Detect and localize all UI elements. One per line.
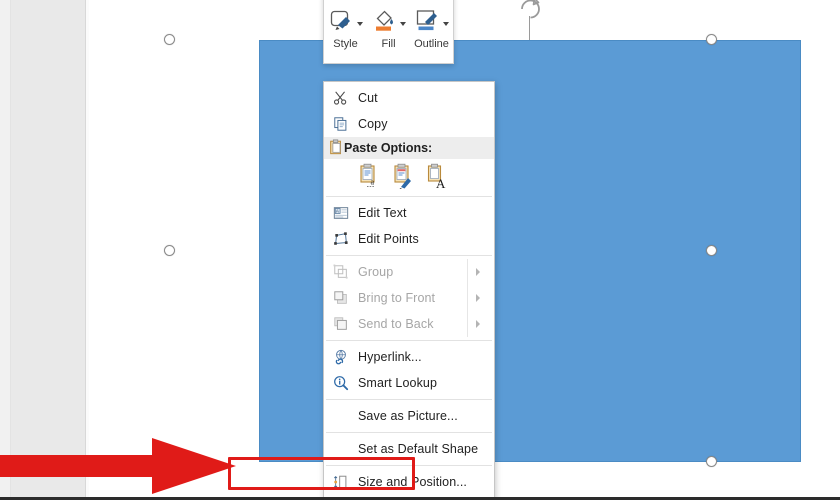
context-menu-separator xyxy=(326,399,492,400)
hyperlink-icon xyxy=(328,347,354,367)
context-menu-item-group[interactable]: Group xyxy=(324,259,494,285)
rotate-icon[interactable] xyxy=(517,0,543,20)
paste-options-label: Paste Options: xyxy=(344,141,433,155)
svg-text:A: A xyxy=(436,176,446,189)
context-menu-item-edit-text[interactable]: A Edit Text xyxy=(324,200,494,226)
screenshot-stage: Style Fill Outline Cut Copy Paste Option… xyxy=(0,0,840,500)
mini-toolbar-style-button[interactable]: Style xyxy=(324,0,367,63)
chevron-right-icon[interactable] xyxy=(476,320,480,328)
mini-toolbar-fill-button[interactable]: Fill xyxy=(367,0,410,63)
context-menu-separator xyxy=(326,465,492,466)
mini-floating-toolbar[interactable]: Style Fill Outline xyxy=(323,0,454,64)
context-menu-label: Smart Lookup xyxy=(358,376,438,390)
context-menu-separator xyxy=(326,196,492,197)
svg-text:A: A xyxy=(336,209,339,214)
context-menu-separator xyxy=(326,255,492,256)
mini-toolbar-style-label: Style xyxy=(333,38,358,50)
context-menu-label: Edit Text xyxy=(358,206,407,220)
paste-keep-source-formatting-icon[interactable]: a xyxy=(358,163,380,189)
context-menu-label: Set as Default Shape xyxy=(358,442,479,456)
shape-outline-icon xyxy=(415,8,441,34)
slide-thumbnail-pane[interactable] xyxy=(11,0,86,497)
context-menu-item-smart-lookup[interactable]: Smart Lookup xyxy=(324,370,494,396)
context-menu-separator xyxy=(326,340,492,341)
context-menu-item-cut[interactable]: Cut xyxy=(324,85,494,111)
slide-canvas[interactable]: Style Fill Outline Cut Copy Paste Option… xyxy=(89,0,840,500)
resize-handle-top-left[interactable] xyxy=(164,34,175,45)
context-menu-label: Send to Back xyxy=(358,317,434,331)
context-menu-item-send-to-back[interactable]: Send to Back xyxy=(324,311,494,337)
mini-toolbar-fill-label: Fill xyxy=(381,38,396,50)
copy-icon xyxy=(328,114,354,134)
resize-handle-middle-left[interactable] xyxy=(164,245,175,256)
size-position-icon xyxy=(328,472,354,492)
chevron-right-icon[interactable] xyxy=(476,268,480,276)
bring-to-front-icon xyxy=(328,288,354,308)
context-menu-label: Group xyxy=(358,265,394,279)
svg-text:a: a xyxy=(371,178,375,187)
smart-lookup-icon xyxy=(328,373,354,393)
chevron-right-icon[interactable] xyxy=(476,294,480,302)
shape-context-menu[interactable]: Cut Copy Paste Options: a A A Edit Text … xyxy=(323,81,495,500)
context-menu-label: Save as Picture... xyxy=(358,409,458,423)
context-menu-item-hyperlink[interactable]: Hyperlink... xyxy=(324,344,494,370)
edit-points-icon xyxy=(328,229,354,249)
group-icon xyxy=(328,262,354,282)
clipboard-icon xyxy=(328,138,344,158)
save-picture-icon xyxy=(328,406,354,426)
chevron-down-icon[interactable] xyxy=(399,22,406,26)
context-menu-label: Edit Points xyxy=(358,232,419,246)
chevron-down-icon[interactable] xyxy=(442,22,449,26)
context-menu-item-size-and-position[interactable]: Size and Position... xyxy=(324,469,494,495)
context-menu-item-copy[interactable]: Copy xyxy=(324,111,494,137)
context-menu-label: Cut xyxy=(358,91,378,105)
context-menu-separator xyxy=(326,432,492,433)
red-pointer-arrow xyxy=(0,438,236,494)
shape-style-icon xyxy=(329,8,355,34)
context-menu-label: Size and Position... xyxy=(358,475,468,489)
paste-options-row[interactable]: a A xyxy=(324,159,494,193)
resize-handle-bottom-right[interactable] xyxy=(706,456,717,467)
context-menu-item-set-as-default-shape[interactable]: Set as Default Shape xyxy=(324,436,494,462)
resize-handle-middle-right[interactable] xyxy=(706,245,717,256)
default-shape-icon xyxy=(328,439,354,459)
context-menu-label: Hyperlink... xyxy=(358,350,422,364)
window-left-scrollbar[interactable] xyxy=(0,0,11,497)
mini-toolbar-outline-label: Outline xyxy=(414,38,449,50)
context-menu-label: Copy xyxy=(358,117,388,131)
context-menu-item-bring-to-front[interactable]: Bring to Front xyxy=(324,285,494,311)
edit-text-icon: A xyxy=(328,203,354,223)
mini-toolbar-outline-button[interactable]: Outline xyxy=(410,0,453,63)
context-menu-label: Bring to Front xyxy=(358,291,436,305)
chevron-down-icon[interactable] xyxy=(356,22,363,26)
paint-bucket-icon xyxy=(372,8,398,34)
context-menu-item-edit-points[interactable]: Edit Points xyxy=(324,226,494,252)
context-menu-item-save-as-picture[interactable]: Save as Picture... xyxy=(324,403,494,429)
paste-use-destination-theme-icon[interactable] xyxy=(392,163,414,190)
scissors-icon xyxy=(328,88,354,108)
context-menu-paste-options-header: Paste Options: xyxy=(324,137,494,159)
resize-handle-top-right[interactable] xyxy=(706,34,717,45)
paste-keep-text-only-icon[interactable]: A xyxy=(426,163,448,191)
send-to-back-icon xyxy=(328,314,354,334)
